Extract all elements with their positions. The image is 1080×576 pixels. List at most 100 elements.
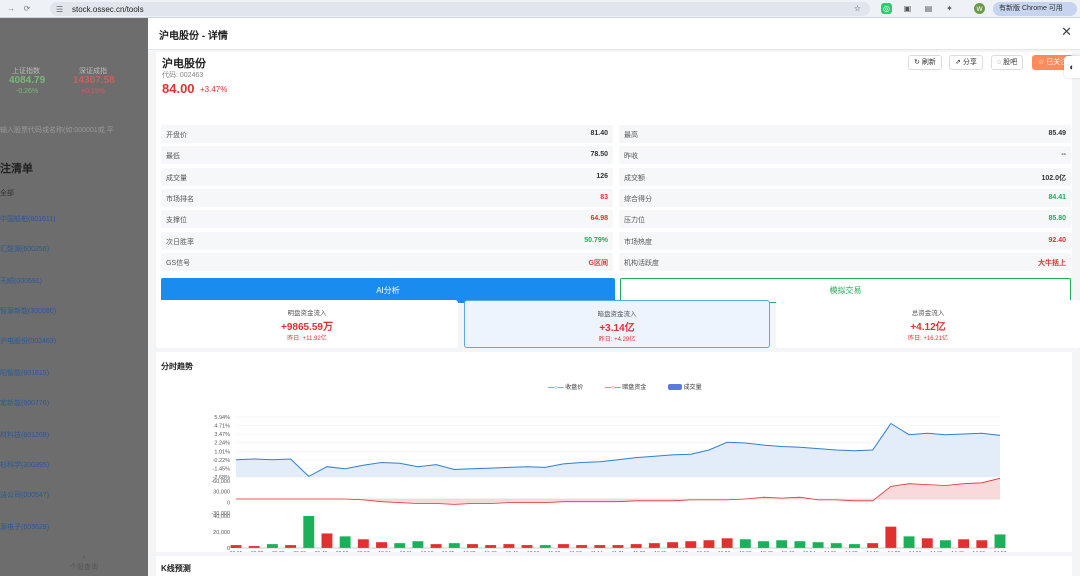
time-tick-label: 10:18 — [421, 551, 434, 552]
watchlist-item[interactable]: 阳智能(601615) — [0, 368, 49, 378]
volume-bar — [685, 541, 697, 548]
legend-volume-label: 成交量 — [683, 385, 702, 391]
intraday-chart[interactable]: 5.94%4.71%3.47%2.24%1.01%-0.22%-1.45%-2.… — [200, 392, 1010, 552]
stock-summary-card: 沪电股份 代码: 002463 84.00 +3.47% ↻ 刷新 ⇗ 分享 ◌… — [156, 52, 1074, 304]
watchlist-item[interactable]: 智源新能(300080) — [0, 306, 56, 316]
legend-price[interactable]: —○— 收盘价 — [548, 385, 593, 391]
price-tick-label: 1.01% — [214, 449, 230, 455]
kline-card: K线预测 — [156, 556, 1072, 576]
price-tick-label: 2.24% — [214, 441, 230, 447]
watchlist-filter[interactable]: 全部 — [0, 188, 14, 198]
volume-bar — [739, 539, 751, 548]
volume-bar — [921, 538, 933, 548]
puzzle-icon[interactable]: ✦ — [944, 3, 955, 14]
refresh-label: 刷新 — [921, 59, 936, 66]
stat-row: 最低 78.50 — [161, 146, 613, 165]
stat-value: 84.41 — [1048, 193, 1066, 201]
watchlist-item[interactable]: 洁公司(000547) — [0, 490, 49, 500]
arrow-right-icon[interactable]: → — [6, 4, 16, 13]
volume-bar — [557, 544, 569, 548]
time-tick-label: 13:40 — [760, 551, 773, 552]
time-tick-label: 13:12 — [675, 551, 688, 552]
time-tick-label: 10:39 — [484, 551, 497, 552]
time-tick-label: 09:22 — [251, 551, 264, 552]
volume-bar — [794, 541, 806, 548]
time-tick-label: 11:07 — [569, 551, 581, 552]
share-label: 分享 — [962, 59, 977, 66]
stat-value: 81.40 — [590, 130, 608, 137]
stat-row: 支撑位 64.98 — [161, 210, 613, 229]
reload-icon[interactable]: ⟳ — [22, 4, 32, 13]
volume-tick-label: 20,000 — [213, 530, 230, 536]
share-button[interactable]: ⇗ 分享 — [949, 55, 983, 70]
price-tick-label: -0.22% — [213, 458, 231, 464]
volume-bar — [776, 540, 788, 548]
pdf-icon[interactable]: ▤ — [923, 3, 934, 14]
watchlist-item[interactable]: 汇能源(600256) — [0, 244, 49, 254]
legend-dark-label: 暗盘资金 — [622, 385, 647, 391]
stock-query-button[interactable]: ⌕ 个股查询 — [70, 554, 98, 572]
modal-title: 沪电股份 - 详情 — [159, 31, 228, 42]
volume-bar — [612, 545, 624, 548]
watchlist-item[interactable]: 杉科学(300395) — [0, 460, 49, 470]
watchlist-item[interactable]: 中国船舶(601611) — [0, 214, 56, 224]
screenshot-icon[interactable]: ▣ — [902, 3, 913, 14]
flow-card-open[interactable]: 明盘资金流入 +9865.59万 昨日: +11.92亿 — [156, 300, 458, 348]
theme-toggle-icon[interactable]: ◐ — [1064, 56, 1080, 78]
volume-bar — [266, 544, 278, 548]
stat-label: 次日胜率 — [166, 238, 194, 246]
time-tick-label: 13:19 — [697, 551, 710, 552]
time-tick-label: 10:53 — [527, 551, 540, 552]
flow-title: 暗盘资金流入 — [597, 311, 637, 318]
stat-value: 85.49 — [1048, 130, 1066, 137]
star-icon[interactable]: ☆ — [852, 3, 863, 14]
refresh-button[interactable]: ↻ 刷新 — [908, 55, 942, 70]
time-tick-label: 09:43 — [315, 551, 328, 552]
time-tick-label: 09:15 — [230, 551, 243, 552]
search-input[interactable]: 输入股票代码或名称(如:000001或 平 — [0, 125, 114, 135]
stock-change-pct: +3.47% — [200, 85, 228, 94]
time-tick-label: 10:25 — [442, 551, 455, 552]
flow-value: +9865.59万 — [281, 322, 333, 333]
watchlist-item[interactable]: 源电子(603629) — [0, 522, 49, 532]
flow-card-dark[interactable]: 暗盘资金流入 +3.14亿 昨日: +4.29亿 — [464, 300, 770, 348]
address-bar[interactable]: ☰ stock.ossec.cn/tools — [50, 2, 870, 16]
stock-price: 84.00 — [162, 81, 195, 96]
volume-bar — [994, 534, 1006, 548]
volume-bar — [830, 543, 842, 548]
volume-bar — [412, 541, 424, 548]
stock-query-label: 个股查询 — [70, 564, 98, 571]
chrome-update-button[interactable]: 有新版 Chrome 可用 — [993, 2, 1077, 16]
stat-label: 机构活跃度 — [624, 259, 659, 267]
watchlist-item[interactable]: 宏新能(600776) — [0, 398, 49, 408]
chat-icon: ◌ — [997, 59, 1002, 66]
legend-dark-flow[interactable]: —○— 暗盘资金 — [605, 385, 656, 391]
volume-bar — [849, 544, 860, 548]
volume-bar — [812, 542, 824, 548]
profile-avatar-icon[interactable]: w — [974, 3, 985, 14]
stat-value: 85.80 — [1048, 215, 1066, 223]
flow-card-total[interactable]: 总资金流入 +4.12亿 昨日: +16.21亿 — [776, 300, 1080, 348]
stat-row: 成交量 126 — [161, 167, 613, 186]
stat-row: 综合得分 84.41 — [619, 188, 1071, 207]
stat-row: 机构活跃度 大牛括上 — [619, 252, 1071, 271]
watchlist-item[interactable]: 天顺(000691) — [0, 276, 42, 286]
forum-button[interactable]: ◌ 股吧 — [991, 55, 1024, 70]
watchlist-title: 注清单 — [0, 163, 33, 175]
legend-volume[interactable]: 成交量 — [667, 384, 712, 391]
site-settings-icon[interactable]: ☰ — [56, 5, 66, 14]
time-tick-label: 14:01 — [824, 551, 837, 552]
modal-header: 沪电股份 - 详情 ✕ — [148, 18, 1080, 50]
watchlist-item[interactable]: 沪电股份(002463) — [0, 336, 56, 346]
watchlist-item[interactable]: 材料技(601208) — [0, 430, 49, 440]
close-icon[interactable]: ✕ — [1061, 24, 1072, 40]
stat-row: 市场排名 83 — [161, 188, 613, 207]
time-tick-label: 10:32 — [463, 551, 476, 552]
time-tick-label: 14:36 — [930, 551, 943, 552]
time-tick-label: 11:28 — [633, 551, 645, 552]
time-tick-label: 14:43 — [951, 551, 964, 552]
refresh-icon: ↻ — [914, 59, 920, 66]
time-tick-label: 13:26 — [718, 551, 731, 552]
extension-icon[interactable]: ◎ — [881, 3, 892, 14]
stat-label: 综合得分 — [624, 195, 652, 203]
